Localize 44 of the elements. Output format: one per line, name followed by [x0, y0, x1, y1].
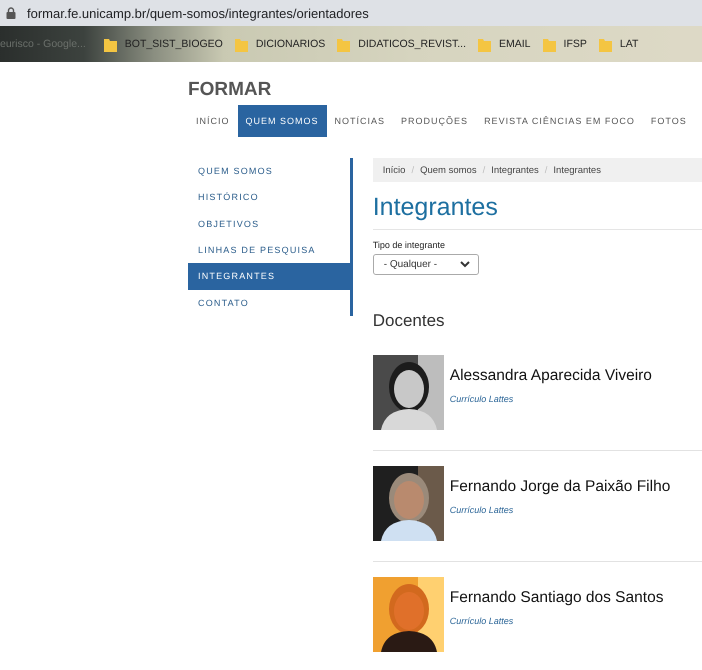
page-title: Integrantes: [372, 193, 702, 230]
bookmark-link[interactable]: IFSP: [564, 38, 587, 50]
breadcrumb-current: Integrantes: [553, 164, 601, 176]
folder-icon: [598, 36, 612, 52]
curriculum-link[interactable]: Currículo Lattes: [450, 505, 670, 515]
sidebar-item[interactable]: INTEGRANTES: [188, 263, 350, 290]
nav-tab[interactable]: QUEM SOMOS: [238, 105, 327, 137]
lock-icon: [6, 7, 16, 19]
breadcrumb-link[interactable]: Integrantes: [491, 164, 539, 176]
breadcrumb-separator: /: [544, 164, 548, 176]
sidebar-item[interactable]: QUEM SOMOS: [188, 158, 350, 184]
folder-icon: [104, 36, 117, 52]
filter-label: Tipo de integrante: [372, 240, 446, 250]
nav-tab[interactable]: NOTÍCIAS: [326, 105, 394, 137]
type-dropdown[interactable]: - Qualquer -: [372, 254, 479, 275]
person-name: Fernando Santiago dos Santos: [450, 589, 664, 607]
nav-tab[interactable]: INÍCIO: [188, 105, 238, 137]
person-name: Alessandra Aparecida Viveiro: [450, 367, 652, 385]
sidebar-item[interactable]: OBJETIVOS: [188, 210, 350, 237]
curriculum-link[interactable]: Currículo Lattes: [450, 616, 664, 626]
sidebar-item[interactable]: LINHAS DE PESQUISA: [188, 236, 350, 264]
nav-tab[interactable]: PRODUÇÕES: [393, 105, 476, 137]
person-name: Fernando Jorge da Paixão Filho: [450, 478, 670, 496]
breadcrumb-separator: /: [482, 164, 486, 176]
breadcrumb-link[interactable]: Quem somos: [420, 164, 477, 176]
folder-icon: [337, 36, 350, 52]
curriculum-link[interactable]: Currículo Lattes: [450, 394, 652, 404]
breadcrumb-separator: /: [411, 164, 414, 176]
folder-icon: [234, 36, 248, 52]
bookmark-link[interactable]: DICIONARIOS: [256, 38, 326, 50]
bookmark-link[interactable]: LAT: [620, 38, 638, 50]
breadcrumb-link[interactable]: Início: [382, 164, 406, 176]
folder-icon: [478, 36, 492, 52]
chevron-icon: [460, 261, 470, 268]
bookmark-link[interactable]: DIDATICOS_REVIST...: [358, 38, 466, 50]
nav-tab[interactable]: FOTOS: [642, 105, 695, 137]
sidebar-item[interactable]: CONTATO: [188, 290, 350, 316]
site-title: FORMAR: [188, 79, 272, 101]
bookmark-link[interactable]: EMAIL: [499, 38, 531, 50]
folder-icon: [542, 36, 556, 52]
nav-tab[interactable]: REVISTA CIÊNCIAS EM FOCO: [476, 105, 643, 137]
section-title: Docentes: [372, 311, 446, 331]
bookmark-link[interactable]: BOT_SIST_BIOGEO: [124, 38, 223, 50]
sidebar-item[interactable]: HISTÓRICO: [188, 184, 350, 211]
